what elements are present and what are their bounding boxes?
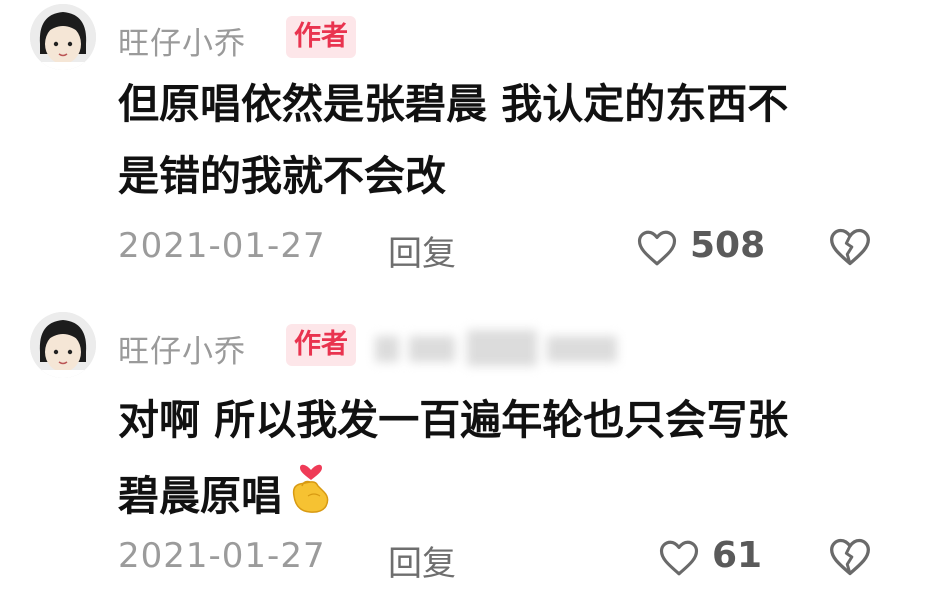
heart-outline-icon[interactable] xyxy=(636,228,678,268)
avatar[interactable] xyxy=(30,312,96,378)
like-count: 508 xyxy=(690,225,766,266)
reply-button[interactable]: 回复 xyxy=(388,226,456,275)
broken-heart-icon[interactable] xyxy=(828,226,872,268)
username[interactable]: 旺仔小乔 xyxy=(118,18,246,63)
author-badge: 作者 xyxy=(286,324,356,366)
comment-text-line: 碧晨原唱 xyxy=(118,472,282,520)
avatar-image xyxy=(30,312,96,378)
comment-text-line-with-emoji: 碧晨原唱 xyxy=(118,456,878,532)
comment-item: 旺仔小乔 作者 对啊 所以我发一百遍年轮也只会写张 碧晨原唱 2021-01-2… xyxy=(0,300,931,601)
heart-outline-icon[interactable] xyxy=(658,538,700,578)
comment-text-line: 但原唱依然是张碧晨 我认定的东西不 xyxy=(118,80,789,128)
comment-text: 但原唱依然是张碧晨 我认定的东西不 是错的我就不会改 xyxy=(118,68,878,212)
like-count: 61 xyxy=(712,535,763,576)
reply-button[interactable]: 回复 xyxy=(388,536,456,585)
username[interactable]: 旺仔小乔 xyxy=(118,326,246,371)
blurred-text xyxy=(375,330,625,368)
author-badge: 作者 xyxy=(286,16,356,58)
finger-heart-emoji-icon xyxy=(292,464,329,513)
comment-text-line: 是错的我就不会改 xyxy=(118,152,446,200)
avatar-image xyxy=(30,4,96,70)
avatar[interactable] xyxy=(30,4,96,70)
comment-item: 旺仔小乔 作者 但原唱依然是张碧晨 我认定的东西不 是错的我就不会改 2021-… xyxy=(0,0,931,300)
comment-text-line: 对啊 所以我发一百遍年轮也只会写张 xyxy=(118,396,789,444)
comment-date: 2021-01-27 xyxy=(118,226,326,266)
comment-text: 对啊 所以我发一百遍年轮也只会写张 碧晨原唱 xyxy=(118,384,878,532)
comment-date: 2021-01-27 xyxy=(118,536,326,576)
broken-heart-icon[interactable] xyxy=(828,536,872,578)
